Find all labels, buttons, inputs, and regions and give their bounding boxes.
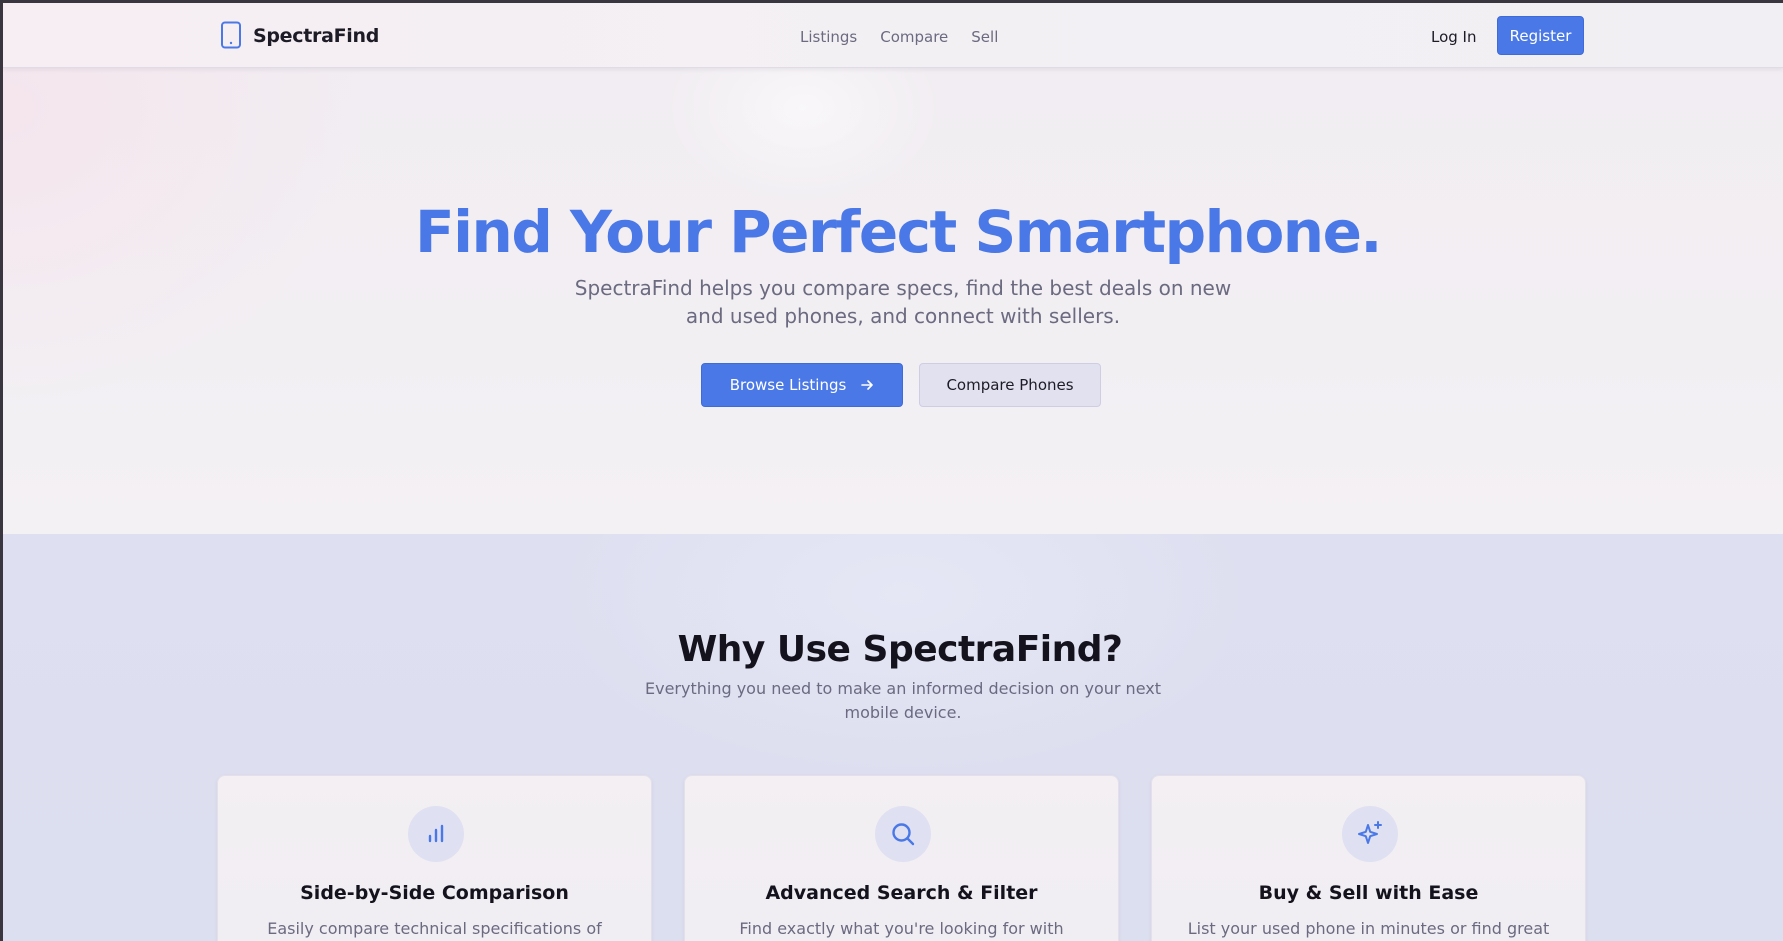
search-icon — [892, 823, 915, 846]
arrow-right-icon — [861, 380, 874, 390]
feature-card-description: List your used phone in minutes or find … — [1187, 919, 1550, 938]
main-nav: Listings Compare Sell — [800, 28, 1021, 46]
bar-chart-icon — [428, 824, 444, 843]
page-viewport: SpectraFind Listings Compare Sell Log In… — [3, 3, 1783, 941]
hero-section: Find Your Perfect Smartphone. SpectraFin… — [3, 68, 1783, 534]
feature-card-comparison: Side-by-Side Comparison Easily compare t… — [217, 775, 652, 941]
feature-icon-badge — [408, 806, 464, 862]
smartphone-icon — [221, 21, 241, 49]
feature-card-description: Easily compare technical specifications … — [267, 919, 602, 938]
feature-icon-badge — [1342, 806, 1398, 862]
hero-subtitle: SpectraFind helps you compare specs, fin… — [574, 276, 1232, 328]
nav-link-compare[interactable]: Compare — [880, 28, 948, 46]
nav-link-listings[interactable]: Listings — [800, 28, 857, 46]
feature-icon-badge — [875, 806, 931, 862]
features-section: Why Use SpectraFind? Everything you need… — [3, 534, 1783, 941]
browse-listings-button[interactable]: Browse Listings — [701, 363, 903, 407]
features-title: Why Use SpectraFind? — [677, 629, 1123, 670]
feature-card-search: Advanced Search & Filter Find exactly wh… — [684, 775, 1119, 941]
feature-card-description: Find exactly what you're looking for wit… — [739, 919, 1064, 938]
features-subtitle: Everything you need to make an informed … — [645, 679, 1161, 722]
sparkles-icon — [1358, 821, 1382, 844]
feature-card-title: Buy & Sell with Ease — [1258, 882, 1479, 904]
login-link[interactable]: Log In — [1431, 28, 1477, 46]
browse-listings-label: Browse Listings — [729, 376, 847, 394]
register-button[interactable]: Register — [1497, 16, 1584, 55]
compare-phones-button[interactable]: Compare Phones — [919, 363, 1101, 407]
hero-title: Find Your Perfect Smartphone. — [415, 198, 1382, 266]
feature-card-title: Side-by-Side Comparison — [300, 882, 569, 904]
nav-link-sell[interactable]: Sell — [971, 28, 998, 46]
feature-card-buy-sell: Buy & Sell with Ease List your used phon… — [1151, 775, 1586, 941]
brand-logo[interactable]: SpectraFind — [220, 21, 380, 49]
feature-card-title: Advanced Search & Filter — [765, 882, 1038, 904]
navbar: SpectraFind Listings Compare Sell Log In… — [3, 3, 1783, 68]
brand-name: SpectraFind — [253, 25, 380, 47]
